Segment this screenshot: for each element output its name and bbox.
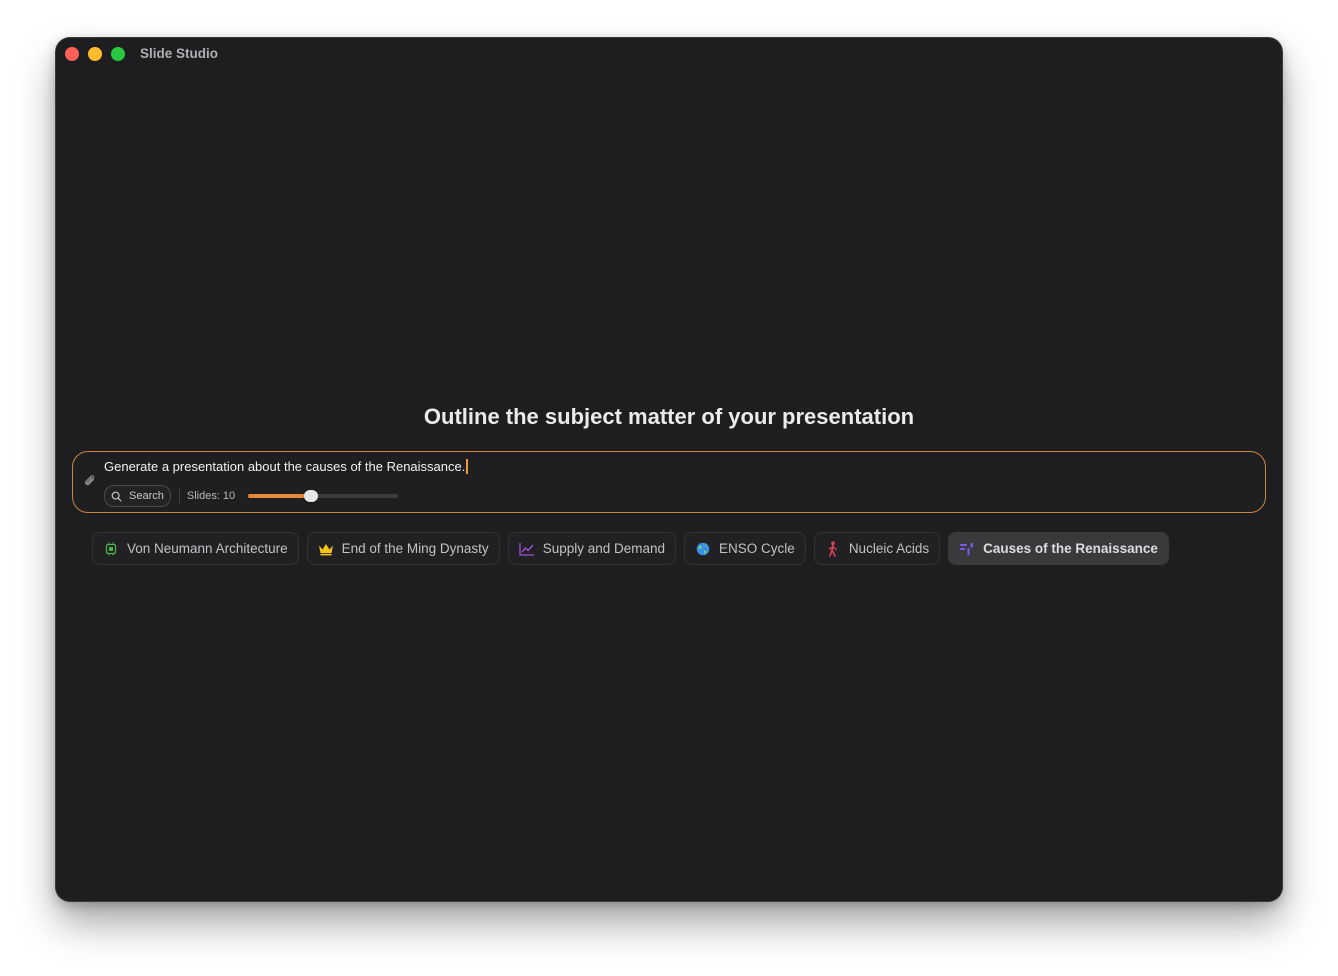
search-button-label: Search (129, 490, 164, 502)
page-heading: Outline the subject matter of your prese… (423, 404, 915, 429)
prompt-controls: Search Slides: 10 (104, 485, 399, 507)
search-toggle-button[interactable]: Search (104, 485, 171, 507)
prompt-box[interactable]: Generate a presentation about the causes… (72, 451, 1266, 513)
slides-slider[interactable] (248, 490, 399, 502)
cpu-chip-icon (103, 541, 119, 557)
crown-icon (318, 541, 334, 557)
chart-bars-icon (959, 541, 975, 557)
suggestion-label: Von Neumann Architecture (127, 541, 288, 556)
maximize-window-button[interactable] (111, 47, 125, 61)
suggestion-label: Causes of the Renaissance (983, 541, 1158, 556)
suggestion-label: Nucleic Acids (848, 541, 930, 556)
window-title: Slide Studio (140, 46, 219, 61)
prompt-input-value: Generate a presentation about the causes… (104, 459, 466, 474)
suggestion-chip-von-neumann[interactable]: Von Neumann Architecture (92, 532, 299, 565)
suggestion-chip-supply-demand[interactable]: Supply and Demand (507, 532, 677, 565)
suggestion-chip-renaissance[interactable]: Causes of the Renaissance (948, 532, 1169, 565)
slides-count-label: Slides: 10 (186, 490, 236, 502)
suggestion-chip-ming-dynasty[interactable]: End of the Ming Dynasty (306, 532, 500, 565)
title-bar: Slide Studio (56, 38, 1282, 70)
line-chart-icon (519, 541, 535, 557)
prompt-input[interactable]: Generate a presentation about the causes… (104, 459, 469, 474)
search-icon (111, 491, 122, 502)
close-window-button[interactable] (65, 47, 79, 61)
person-walking-icon (825, 540, 841, 557)
app-window: Slide Studio Outline the subject matter … (56, 38, 1282, 901)
suggestion-chip-nucleic-acids[interactable]: Nucleic Acids (813, 532, 941, 565)
suggestion-label: End of the Ming Dynasty (341, 541, 489, 556)
slider-fill (248, 494, 312, 498)
slider-thumb[interactable] (304, 490, 319, 502)
globe-icon (695, 541, 711, 557)
suggestion-chip-enso-cycle[interactable]: ENSO Cycle (684, 532, 806, 565)
suggestion-label: Supply and Demand (542, 541, 666, 556)
minimize-window-button[interactable] (88, 47, 102, 61)
suggestion-chips: Von Neumann Architecture End of the Ming… (92, 532, 1169, 565)
text-caret (466, 459, 469, 474)
suggestion-label: ENSO Cycle (719, 541, 795, 556)
controls-divider (178, 489, 180, 503)
paperclip-icon[interactable] (82, 473, 98, 489)
